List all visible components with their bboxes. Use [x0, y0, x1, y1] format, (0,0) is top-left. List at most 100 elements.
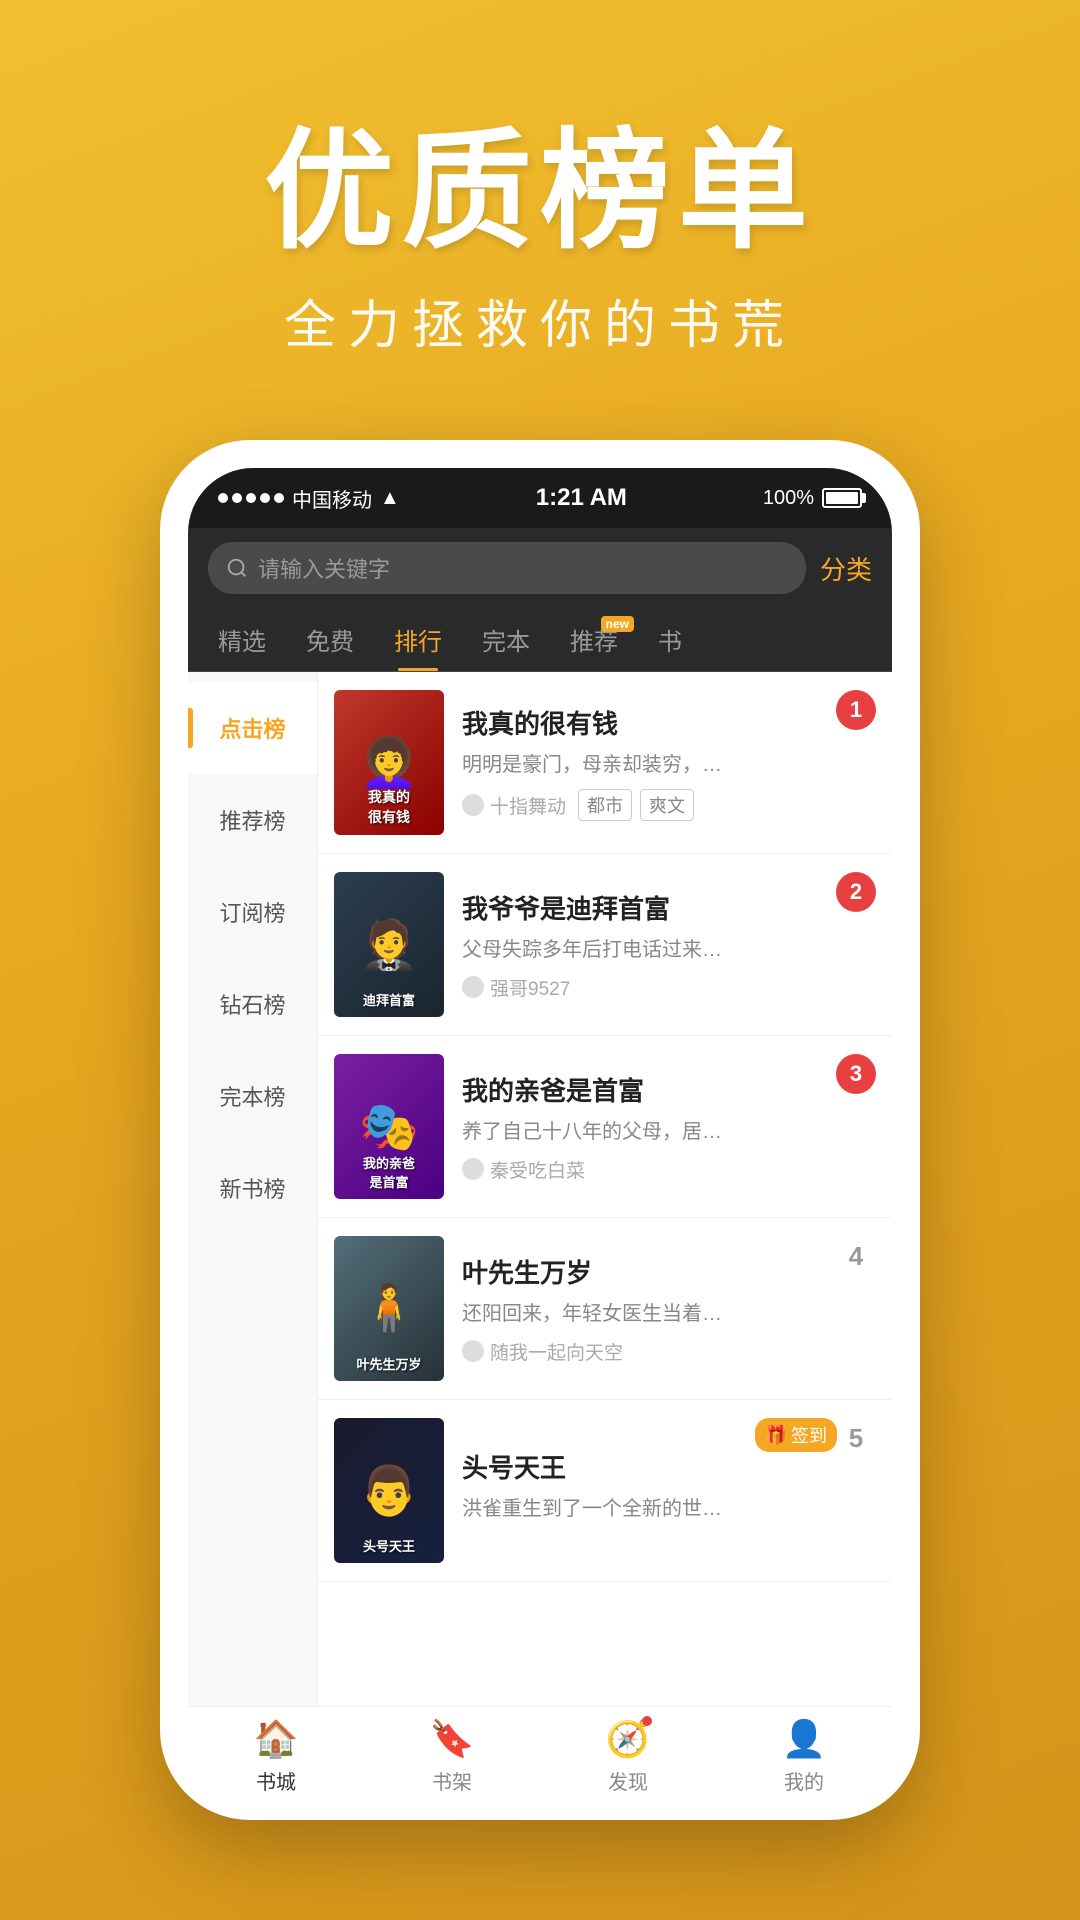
tab-shu[interactable]: 书 — [638, 608, 702, 671]
author-avatar-3 — [462, 1158, 484, 1180]
book-title-5: 头号天王 — [462, 1448, 866, 1485]
book-cover-1: 👩‍🦱 我真的很有钱 — [334, 690, 444, 835]
status-left: 中国移动 ▲ — [218, 484, 400, 513]
book-desc-4: 还阳回来，年轻女医生当着… — [462, 1300, 866, 1328]
bottom-nav: 🏠 书城 🔖 书架 🧭 发现 — [188, 1706, 892, 1792]
book-author-3: 秦受吃白菜 — [462, 1156, 585, 1183]
nav-label-bookshelf: 书架 — [432, 1766, 472, 1792]
bookmark-icon: 🔖 — [430, 1718, 475, 1759]
sidebar-item-new-rank[interactable]: 新书榜 — [188, 1142, 317, 1234]
book-item-3[interactable]: 🎭 我的亲爸是首富 我的亲爸是首富 养了自己十八年的父母，居… 秦受吃白菜 — [318, 1036, 892, 1218]
tab-mianfei[interactable]: 免费 — [286, 608, 374, 671]
book-meta-1: 十指舞动 都市 爽文 — [462, 789, 866, 821]
nav-icon-wrap-bookstore: 🏠 — [254, 1718, 299, 1760]
book-meta-3: 秦受吃白菜 — [462, 1156, 866, 1183]
phone-inner: 中国移动 ▲ 1:21 AM 100% 请输入关键字 — [188, 468, 892, 1792]
tab-bar: 精选 免费 排行 完本 推荐 new 书 — [188, 608, 892, 672]
nav-label-profile: 我的 — [784, 1766, 824, 1792]
book-item-2[interactable]: 🤵 迪拜首富 我爷爷是迪拜首富 父母失踪多年后打电话过来… 强哥9527 — [318, 854, 892, 1036]
book-title-4: 叶先生万岁 — [462, 1253, 866, 1290]
signal-dot-4 — [260, 493, 270, 503]
category-button[interactable]: 分类 — [820, 550, 872, 587]
book-meta-4: 随我一起向天空 — [462, 1338, 866, 1365]
book-author-4: 随我一起向天空 — [462, 1338, 623, 1365]
sidebar-item-diamond-rank[interactable]: 钻石榜 — [188, 958, 317, 1050]
book-item-5[interactable]: 👨 头号天王 头号天王 洪雀重生到了一个全新的世… 🎁 签到 — [318, 1400, 892, 1582]
rank-badge-5: 5 — [836, 1418, 876, 1458]
hero-subtitle: 全力拯救你的书荒 — [0, 283, 1080, 358]
battery-percentage: 100% — [763, 487, 814, 510]
author-avatar-1 — [462, 794, 484, 816]
cover-text-5: 头号天王 — [340, 1536, 438, 1555]
discover-dot — [642, 1716, 652, 1726]
phone-mockup: 中国移动 ▲ 1:21 AM 100% 请输入关键字 — [160, 440, 920, 1820]
nav-icon-wrap-discover: 🧭 — [606, 1718, 651, 1760]
signal-dot-2 — [232, 493, 242, 503]
book-desc-1: 明明是豪门，母亲却装穷，… — [462, 751, 866, 779]
rank-badge-4: 4 — [836, 1236, 876, 1276]
carrier-label: 中国移动 — [292, 484, 372, 513]
user-icon: 👤 — [782, 1718, 827, 1759]
signal-dot-5 — [274, 493, 284, 503]
nav-item-discover[interactable]: 🧭 发现 — [606, 1718, 651, 1792]
sidebar-item-click-rank[interactable]: 点击榜 — [188, 682, 317, 774]
main-content: 点击榜 推荐榜 订阅榜 钻石榜 完本榜 新书榜 — [188, 672, 892, 1706]
book-cover-3: 🎭 我的亲爸是首富 — [334, 1054, 444, 1199]
sidebar-item-recommend-rank[interactable]: 推荐榜 — [188, 774, 317, 866]
sidebar-item-complete-rank[interactable]: 完本榜 — [188, 1050, 317, 1142]
sidebar: 点击榜 推荐榜 订阅榜 钻石榜 完本榜 新书榜 — [188, 672, 318, 1706]
signal-dot-3 — [246, 493, 256, 503]
cover-text-4: 叶先生万岁 — [340, 1354, 438, 1373]
battery-fill — [826, 492, 858, 504]
tab-tuijian[interactable]: 推荐 new — [550, 608, 638, 671]
book-info-3: 我的亲爸是首富 养了自己十八年的父母，居… 秦受吃白菜 — [462, 1071, 876, 1183]
gift-label: 签到 — [791, 1422, 827, 1448]
search-input-wrap[interactable]: 请输入关键字 — [208, 542, 806, 594]
tab-wanben[interactable]: 完本 — [462, 608, 550, 671]
tab-new-badge: new — [601, 616, 634, 632]
tag-dushi: 都市 — [578, 789, 632, 821]
signal-dot-1 — [218, 493, 228, 503]
book-item-4[interactable]: 🧍 叶先生万岁 叶先生万岁 还阳回来，年轻女医生当着… 随我一起向天空 — [318, 1218, 892, 1400]
book-author-1: 十指舞动 — [462, 792, 566, 819]
tab-jingxuan[interactable]: 精选 — [198, 608, 286, 671]
book-tags-1: 都市 爽文 — [578, 789, 694, 821]
book-title-2: 我爷爷是迪拜首富 — [462, 889, 866, 926]
rank-badge-1: 1 — [836, 690, 876, 730]
sidebar-item-subscribe-rank[interactable]: 订阅榜 — [188, 866, 317, 958]
status-bar: 中国移动 ▲ 1:21 AM 100% — [188, 468, 892, 528]
book-desc-3: 养了自己十八年的父母，居… — [462, 1118, 866, 1146]
gift-badge[interactable]: 🎁 签到 — [755, 1418, 837, 1452]
nav-item-bookshelf[interactable]: 🔖 书架 — [430, 1718, 475, 1792]
book-author-2: 强哥9527 — [462, 974, 570, 1001]
book-info-5: 头号天王 洪雀重生到了一个全新的世… — [462, 1448, 876, 1533]
book-item-1[interactable]: 👩‍🦱 我真的很有钱 我真的很有钱 明明是豪门，母亲却装穷，… 十指舞动 — [318, 672, 892, 854]
gift-icon: 🎁 — [765, 1425, 787, 1446]
battery-icon — [822, 488, 862, 508]
book-list: 👩‍🦱 我真的很有钱 我真的很有钱 明明是豪门，母亲却装穷，… 十指舞动 — [318, 672, 892, 1706]
search-placeholder-text: 请输入关键字 — [258, 552, 390, 584]
nav-label-discover: 发现 — [608, 1766, 648, 1792]
hero-title: 优质榜单 — [0, 120, 1080, 263]
book-title-1: 我真的很有钱 — [462, 704, 866, 741]
nav-label-bookstore: 书城 — [256, 1766, 296, 1792]
cover-text-3: 我的亲爸是首富 — [340, 1153, 438, 1191]
search-area: 请输入关键字 分类 — [188, 528, 892, 608]
book-title-3: 我的亲爸是首富 — [462, 1071, 866, 1108]
cover-text-2: 迪拜首富 — [340, 990, 438, 1009]
nav-icon-wrap-profile: 👤 — [782, 1718, 827, 1760]
book-cover-2: 🤵 迪拜首富 — [334, 872, 444, 1017]
nav-item-bookstore[interactable]: 🏠 书城 — [254, 1718, 299, 1792]
book-info-4: 叶先生万岁 还阳回来，年轻女医生当着… 随我一起向天空 — [462, 1253, 876, 1365]
rank-badge-3: 3 — [836, 1054, 876, 1094]
hero-section: 优质榜单 全力拯救你的书荒 — [0, 0, 1080, 418]
cover-text-1: 我真的很有钱 — [340, 787, 438, 827]
status-right: 100% — [763, 487, 862, 510]
phone-outer: 中国移动 ▲ 1:21 AM 100% 请输入关键字 — [160, 440, 920, 1820]
book-cover-5: 👨 头号天王 — [334, 1418, 444, 1563]
rank-badge-2: 2 — [836, 872, 876, 912]
wifi-icon: ▲ — [380, 487, 400, 510]
signal-dots — [218, 493, 284, 503]
tab-paihang[interactable]: 排行 — [374, 608, 462, 671]
nav-item-profile[interactable]: 👤 我的 — [782, 1718, 827, 1792]
